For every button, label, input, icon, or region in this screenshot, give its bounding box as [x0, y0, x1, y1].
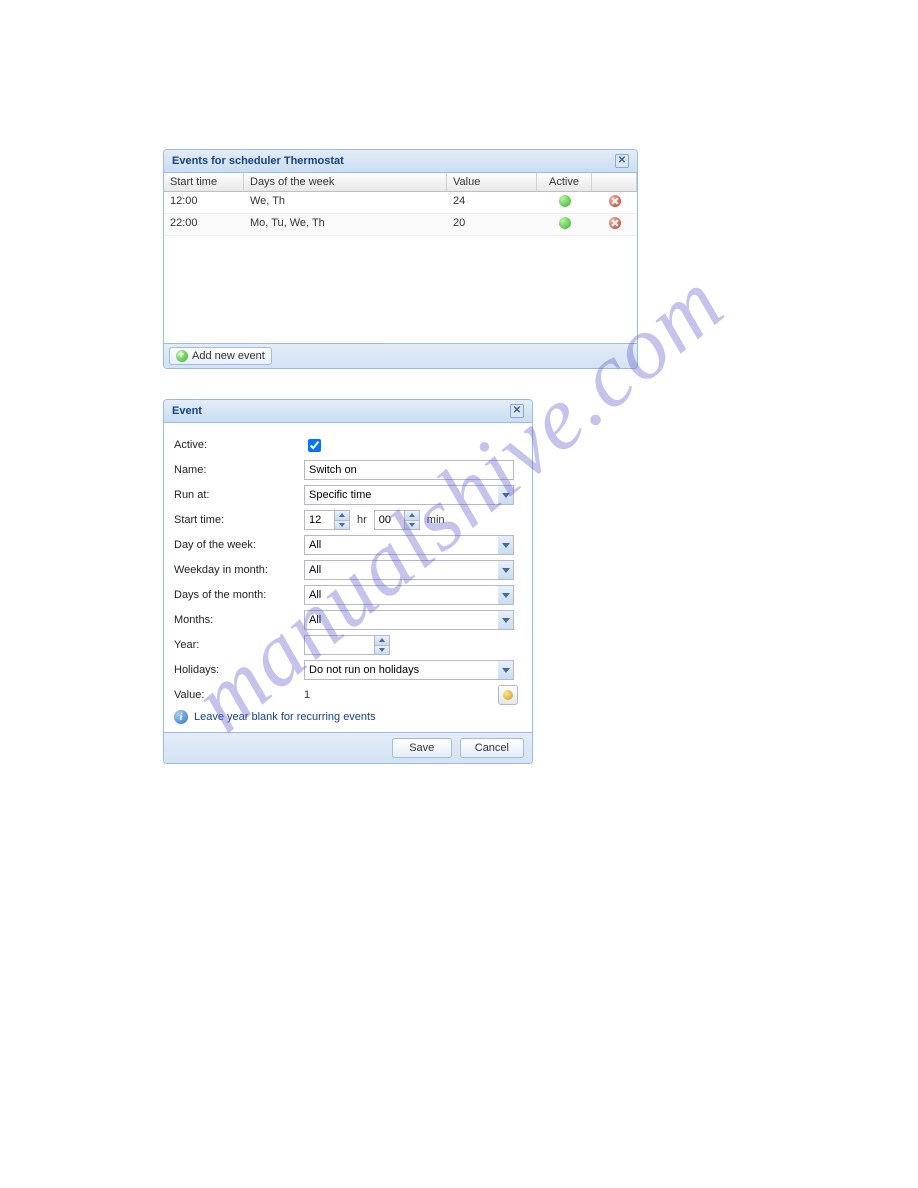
events-panel-header: Events for scheduler Thermostat ✕ [164, 150, 637, 173]
close-icon[interactable]: ✕ [510, 404, 524, 418]
cancel-button[interactable]: Cancel [460, 738, 524, 758]
cell-days: Mo, Tu, We, Th [244, 214, 447, 235]
chevron-down-icon[interactable] [498, 485, 514, 505]
active-icon [559, 195, 571, 207]
label-value: Value: [174, 689, 304, 701]
events-grid-body: 12:00 We, Th 24 22:00 Mo, Tu, We, Th 20 [164, 192, 637, 343]
spin-up-icon[interactable] [374, 635, 390, 645]
add-new-event-button[interactable]: Add new event [169, 347, 272, 365]
table-row[interactable]: 22:00 Mo, Tu, We, Th 20 [164, 214, 637, 236]
weekday-in-month-select[interactable] [304, 560, 498, 580]
active-icon [559, 217, 571, 229]
column-active[interactable]: Active [537, 173, 592, 191]
chevron-down-icon[interactable] [498, 585, 514, 605]
cell-delete [592, 214, 637, 235]
cell-delete [592, 192, 637, 213]
info-note-text: Leave year blank for recurring events [194, 711, 376, 723]
hr-label: hr [354, 514, 370, 526]
cell-start-time: 12:00 [164, 192, 244, 213]
info-icon: i [174, 710, 188, 724]
column-days[interactable]: Days of the week [244, 173, 447, 191]
column-start-time[interactable]: Start time [164, 173, 244, 191]
label-start-time: Start time: [174, 514, 304, 526]
info-note: i Leave year blank for recurring events [174, 710, 522, 724]
table-row[interactable]: 12:00 We, Th 24 [164, 192, 637, 214]
days-of-month-select[interactable] [304, 585, 498, 605]
name-input[interactable] [304, 460, 514, 480]
plus-icon [176, 350, 188, 362]
min-label: min [424, 514, 448, 526]
event-form-footer: Save Cancel [164, 732, 532, 763]
chevron-down-icon[interactable] [498, 660, 514, 680]
label-active: Active: [174, 439, 304, 451]
cell-active [537, 214, 592, 235]
event-form-body: Active: Name: Run at: Start time: [164, 423, 532, 732]
events-panel-footer: Add new event [164, 343, 637, 368]
holidays-select[interactable] [304, 660, 498, 680]
spin-up-icon[interactable] [404, 510, 420, 520]
chevron-down-icon[interactable] [498, 610, 514, 630]
label-weekday-in-month: Weekday in month: [174, 564, 304, 576]
chevron-down-icon[interactable] [498, 535, 514, 555]
label-name: Name: [174, 464, 304, 476]
label-day-of-week: Day of the week: [174, 539, 304, 551]
start-min-input[interactable] [374, 510, 404, 530]
add-button-label: Add new event [192, 350, 265, 362]
events-panel-title: Events for scheduler Thermostat [172, 155, 344, 167]
label-run-at: Run at: [174, 489, 304, 501]
months-select[interactable] [304, 610, 498, 630]
cell-value: 24 [447, 192, 537, 213]
label-days-of-month: Days of the month: [174, 589, 304, 601]
value-toggle-button[interactable] [498, 685, 518, 705]
events-panel: Events for scheduler Thermostat ✕ Start … [163, 149, 638, 369]
label-year: Year: [174, 639, 304, 651]
year-input[interactable] [304, 635, 374, 655]
column-value[interactable]: Value [447, 173, 537, 191]
close-icon[interactable]: ✕ [615, 154, 629, 168]
year-spinner[interactable] [304, 635, 390, 655]
cell-active [537, 192, 592, 213]
chevron-down-icon[interactable] [498, 560, 514, 580]
start-min-spinner[interactable] [374, 510, 420, 530]
active-checkbox[interactable] [308, 439, 321, 452]
lightbulb-icon [503, 690, 513, 700]
value-display: 1 [304, 689, 310, 701]
start-hour-spinner[interactable] [304, 510, 350, 530]
event-form-header: Event ✕ [164, 400, 532, 423]
start-hour-input[interactable] [304, 510, 334, 530]
event-form-title: Event [172, 405, 202, 417]
day-of-week-select[interactable] [304, 535, 498, 555]
column-delete [592, 173, 637, 191]
label-months: Months: [174, 614, 304, 626]
delete-icon[interactable] [609, 217, 621, 229]
spin-down-icon[interactable] [374, 645, 390, 656]
spin-up-icon[interactable] [334, 510, 350, 520]
label-holidays: Holidays: [174, 664, 304, 676]
cell-start-time: 22:00 [164, 214, 244, 235]
delete-icon[interactable] [609, 195, 621, 207]
run-at-select[interactable] [304, 485, 498, 505]
cell-value: 20 [447, 214, 537, 235]
events-grid-header: Start time Days of the week Value Active [164, 173, 637, 192]
event-form-panel: Event ✕ Active: Name: Run at: Start time… [163, 399, 533, 764]
save-button[interactable]: Save [392, 738, 452, 758]
cell-days: We, Th [244, 192, 447, 213]
spin-down-icon[interactable] [334, 520, 350, 531]
spin-down-icon[interactable] [404, 520, 420, 531]
